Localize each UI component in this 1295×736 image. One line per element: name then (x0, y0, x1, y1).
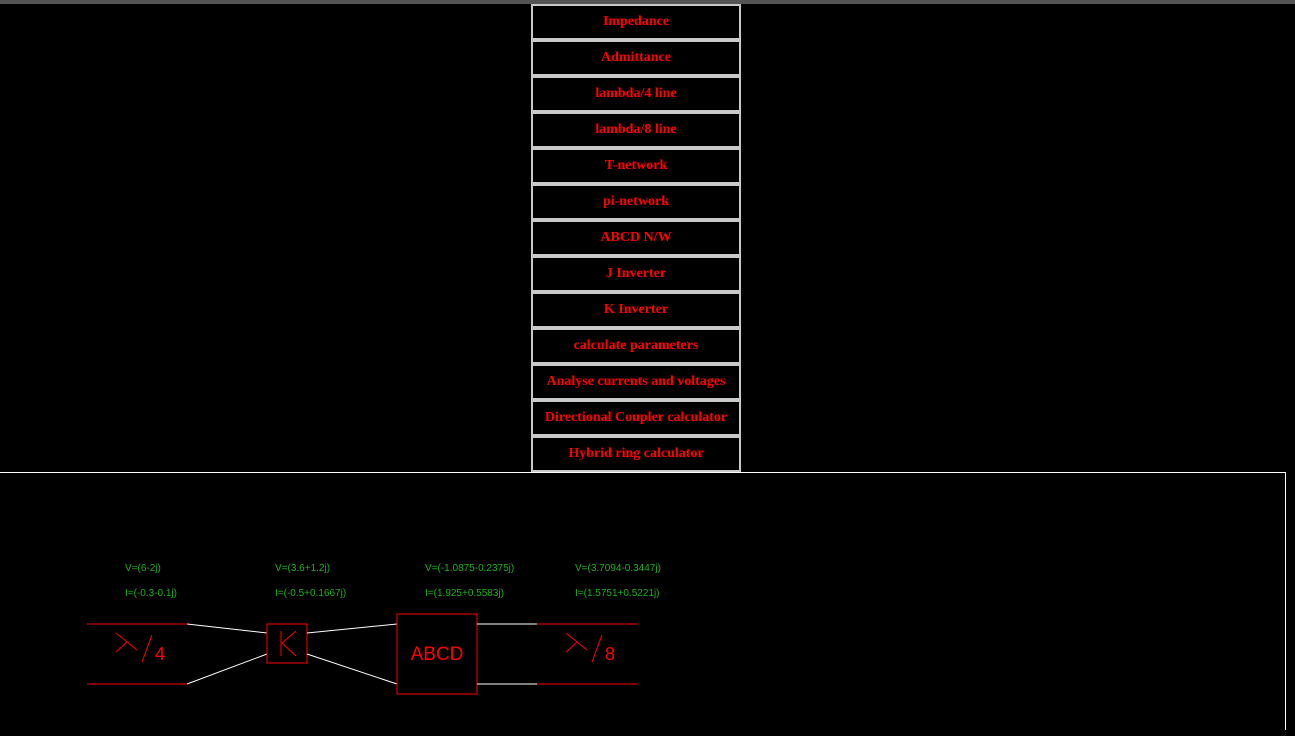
k-inverter-box (266, 623, 308, 664)
quarter-wave-denominator: 4 (155, 644, 165, 664)
abcd-network-block[interactable]: ABCD (396, 613, 478, 695)
node-3-current: I=(1.925+0.5583j) (425, 588, 504, 599)
quarter-wave-line[interactable]: 4 (87, 623, 187, 685)
lambda-8-line-button[interactable]: lambda/8 line (531, 112, 741, 148)
eighth-wave-denominator: 8 (605, 644, 615, 664)
admittance-button[interactable]: Admittance (531, 40, 741, 76)
pi-network-button[interactable]: pi-network (531, 184, 741, 220)
lambda-symbol-icon (115, 632, 153, 663)
hybrid-ring-calculator-button[interactable]: Hybrid ring calculator (531, 436, 741, 472)
wire-2-top (306, 623, 398, 634)
wire-2-bottom (306, 653, 398, 685)
circuit-diagram: V=(6-2j) I=(-0.3-0.1j) V=(3.6+1.2j) I=(-… (87, 563, 661, 695)
wire-1-top (186, 623, 268, 634)
node-4-current: I=(1.5751+0.5221j) (575, 588, 660, 599)
eighth-wave-line[interactable]: 8 (537, 623, 637, 685)
node-2-current: I=(-0.5+0.1667j) (275, 588, 346, 599)
t-network-button[interactable]: T-network (531, 148, 741, 184)
j-inverter-button[interactable]: J Inverter (531, 256, 741, 292)
calculate-parameters-button[interactable]: calculate parameters (531, 328, 741, 364)
k-inverter-button[interactable]: K Inverter (531, 292, 741, 328)
k-inverter-symbol-icon (280, 630, 297, 657)
node-4-voltage: V=(3.7094-0.3447j) (575, 563, 661, 574)
impedance-button[interactable]: Impedance (531, 4, 741, 40)
node-1-voltage: V=(6-2j) (125, 563, 161, 574)
lambda-symbol-icon (565, 632, 603, 663)
directional-coupler-calculator-button[interactable]: Directional Coupler calculator (531, 400, 741, 436)
circuit-canvas[interactable]: V=(6-2j) I=(-0.3-0.1j) V=(3.6+1.2j) I=(-… (0, 472, 1286, 730)
lambda-4-line-button[interactable]: lambda/4 line (531, 76, 741, 112)
component-menu: Impedance Admittance lambda/4 line lambd… (531, 4, 741, 472)
abcd-label: ABCD (411, 644, 464, 665)
node-1-current: I=(-0.3-0.1j) (125, 588, 177, 599)
abcd-network-button[interactable]: ABCD N/W (531, 220, 741, 256)
k-inverter-block[interactable] (266, 623, 308, 664)
node-2-voltage: V=(3.6+1.2j) (275, 563, 330, 574)
wire-1-bottom (186, 653, 268, 685)
node-3-voltage: V=(-1.0875-0.2375j) (425, 563, 514, 574)
analyse-currents-voltages-button[interactable]: Analyse currents and voltages (531, 364, 741, 400)
